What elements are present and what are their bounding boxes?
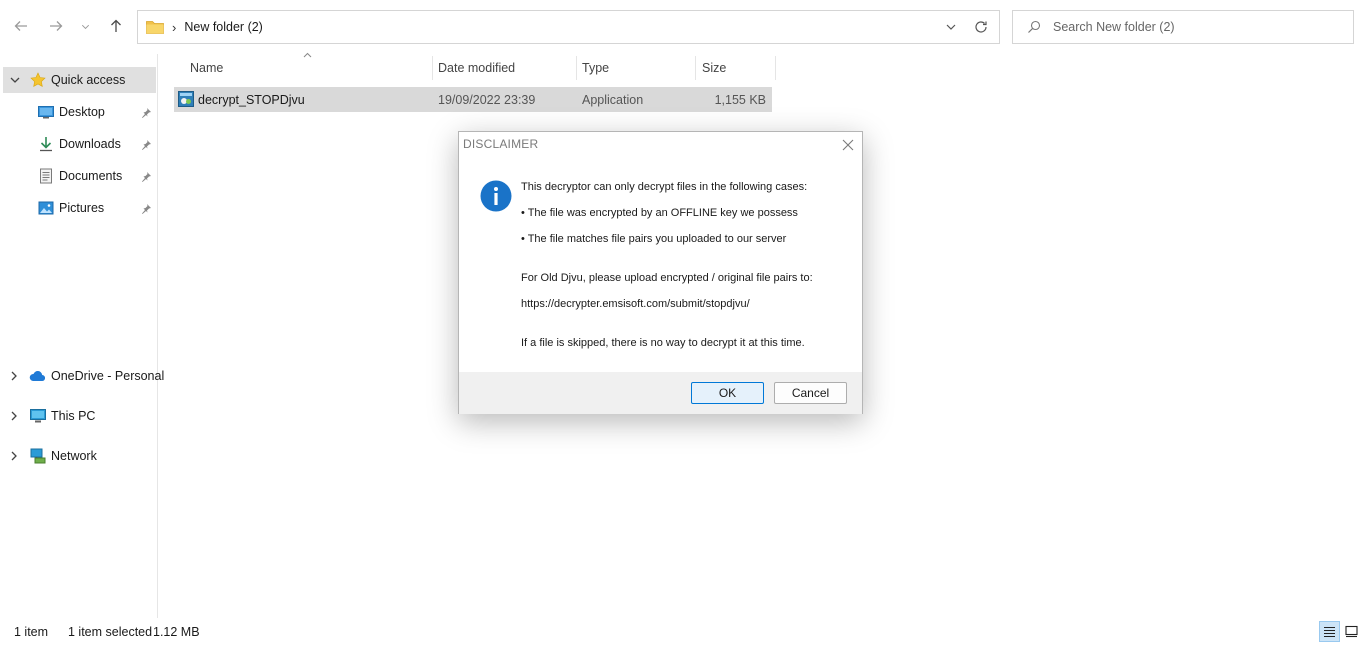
- chevron-down-icon: [81, 24, 89, 29]
- sidebar-item-label: Pictures: [59, 201, 105, 215]
- application-icon: [178, 91, 194, 107]
- chevron-right-icon[interactable]: [8, 370, 20, 382]
- breadcrumb-current-folder[interactable]: New folder (2): [184, 20, 263, 34]
- sidebar-item-label: Documents: [59, 169, 123, 183]
- file-name: decrypt_STOPDjvu: [198, 93, 305, 107]
- search-box[interactable]: [1012, 10, 1354, 44]
- large-icons-view-button[interactable]: [1341, 621, 1362, 642]
- column-divider[interactable]: [576, 56, 577, 80]
- sidebar-item-documents[interactable]: Documents: [0, 163, 157, 189]
- details-view-button[interactable]: [1319, 621, 1340, 642]
- disclaimer-dialog: DISCLAIMER This decryptor can only decry…: [458, 131, 863, 414]
- address-bar[interactable]: › New folder (2): [137, 10, 1000, 44]
- cancel-button[interactable]: Cancel: [774, 382, 847, 404]
- column-divider[interactable]: [432, 56, 433, 80]
- search-icon: [1028, 20, 1041, 33]
- desktop-icon: [38, 106, 54, 119]
- sidebar-item-pictures[interactable]: Pictures: [0, 195, 157, 221]
- arrow-up-icon: [111, 19, 121, 32]
- sidebar-item-label: OneDrive - Personal: [51, 369, 165, 383]
- dialog-url: https://decrypter.emsisoft.com/submit/st…: [521, 298, 750, 310]
- item-count: 1 item: [14, 625, 49, 639]
- file-date: 19/09/2022 23:39: [438, 93, 536, 107]
- selection-count: 1 item selected: [68, 625, 153, 639]
- pin-icon[interactable]: [141, 139, 152, 150]
- large-icons-view-icon: [1345, 625, 1358, 638]
- column-header-date[interactable]: Date modified: [438, 56, 573, 80]
- dialog-message-line: • The file was encrypted by an OFFLINE k…: [521, 207, 798, 219]
- forward-button[interactable]: [44, 14, 68, 38]
- cloud-icon: [29, 371, 45, 382]
- chevron-down-icon[interactable]: [9, 74, 21, 86]
- selection-size: 1.12 MB: [153, 625, 200, 639]
- column-divider[interactable]: [695, 56, 696, 80]
- ok-button[interactable]: OK: [691, 382, 764, 404]
- chevron-right-icon[interactable]: [8, 450, 20, 462]
- chevron-down-icon[interactable]: [945, 21, 957, 33]
- file-size: 1,155 KB: [714, 93, 766, 107]
- sidebar-item-quick-access[interactable]: Quick access: [3, 67, 156, 93]
- dialog-title: DISCLAIMER: [463, 137, 539, 151]
- sidebar-item-network[interactable]: Network: [0, 443, 157, 469]
- arrow-right-icon: [50, 21, 63, 31]
- column-header-type[interactable]: Type: [582, 56, 692, 80]
- sidebar-item-label: Network: [51, 449, 97, 463]
- back-button[interactable]: [9, 14, 33, 38]
- sidebar-item-label: This PC: [51, 409, 96, 423]
- up-button[interactable]: [104, 14, 128, 38]
- refresh-icon[interactable]: [973, 19, 989, 35]
- file-row[interactable]: decrypt_STOPDjvu 19/09/2022 23:39 Applic…: [174, 87, 772, 112]
- pin-icon[interactable]: [141, 203, 152, 214]
- computer-icon: [30, 409, 46, 423]
- navigation-pane: Quick access Desktop Downloads Documents…: [0, 54, 164, 618]
- column-header-name[interactable]: Name: [190, 56, 430, 80]
- folder-icon: [146, 21, 164, 34]
- dialog-message-line: • The file matches file pairs you upload…: [521, 233, 787, 245]
- network-icon: [30, 448, 46, 464]
- status-bar: 1 item 1 item selected 1.12 MB: [0, 618, 1366, 645]
- column-header-size[interactable]: Size: [702, 56, 772, 80]
- column-divider[interactable]: [775, 56, 776, 80]
- sidebar-item-desktop[interactable]: Desktop: [0, 99, 157, 125]
- sidebar-item-downloads[interactable]: Downloads: [0, 131, 157, 157]
- sidebar-item-label: Downloads: [59, 137, 121, 151]
- picture-icon: [38, 201, 54, 215]
- close-icon[interactable]: [841, 138, 855, 152]
- sidebar-item-this-pc[interactable]: This PC: [0, 403, 157, 429]
- dialog-message-line: If a file is skipped, there is no way to…: [521, 337, 805, 349]
- address-toolbar: › New folder (2): [0, 0, 1366, 54]
- pin-icon[interactable]: [141, 107, 152, 118]
- details-view-icon: [1324, 626, 1335, 638]
- download-icon: [40, 137, 52, 152]
- sidebar-item-label: Desktop: [59, 105, 105, 119]
- pin-icon[interactable]: [141, 171, 152, 182]
- arrow-left-icon: [14, 21, 27, 31]
- document-icon: [40, 168, 52, 184]
- dialog-message-line: This decryptor can only decrypt files in…: [521, 181, 808, 193]
- search-input[interactable]: [1053, 20, 1333, 34]
- breadcrumb-chevron-icon: ›: [172, 19, 177, 35]
- sidebar-item-onedrive[interactable]: OneDrive - Personal: [0, 363, 164, 389]
- star-icon: [30, 72, 46, 87]
- sidebar-item-label: Quick access: [51, 73, 126, 87]
- recent-locations-button[interactable]: [75, 14, 95, 38]
- info-icon: [480, 180, 512, 212]
- file-type: Application: [582, 93, 644, 107]
- chevron-right-icon[interactable]: [8, 410, 20, 422]
- dialog-message-line: For Old Djvu, please upload encrypted / …: [521, 272, 813, 284]
